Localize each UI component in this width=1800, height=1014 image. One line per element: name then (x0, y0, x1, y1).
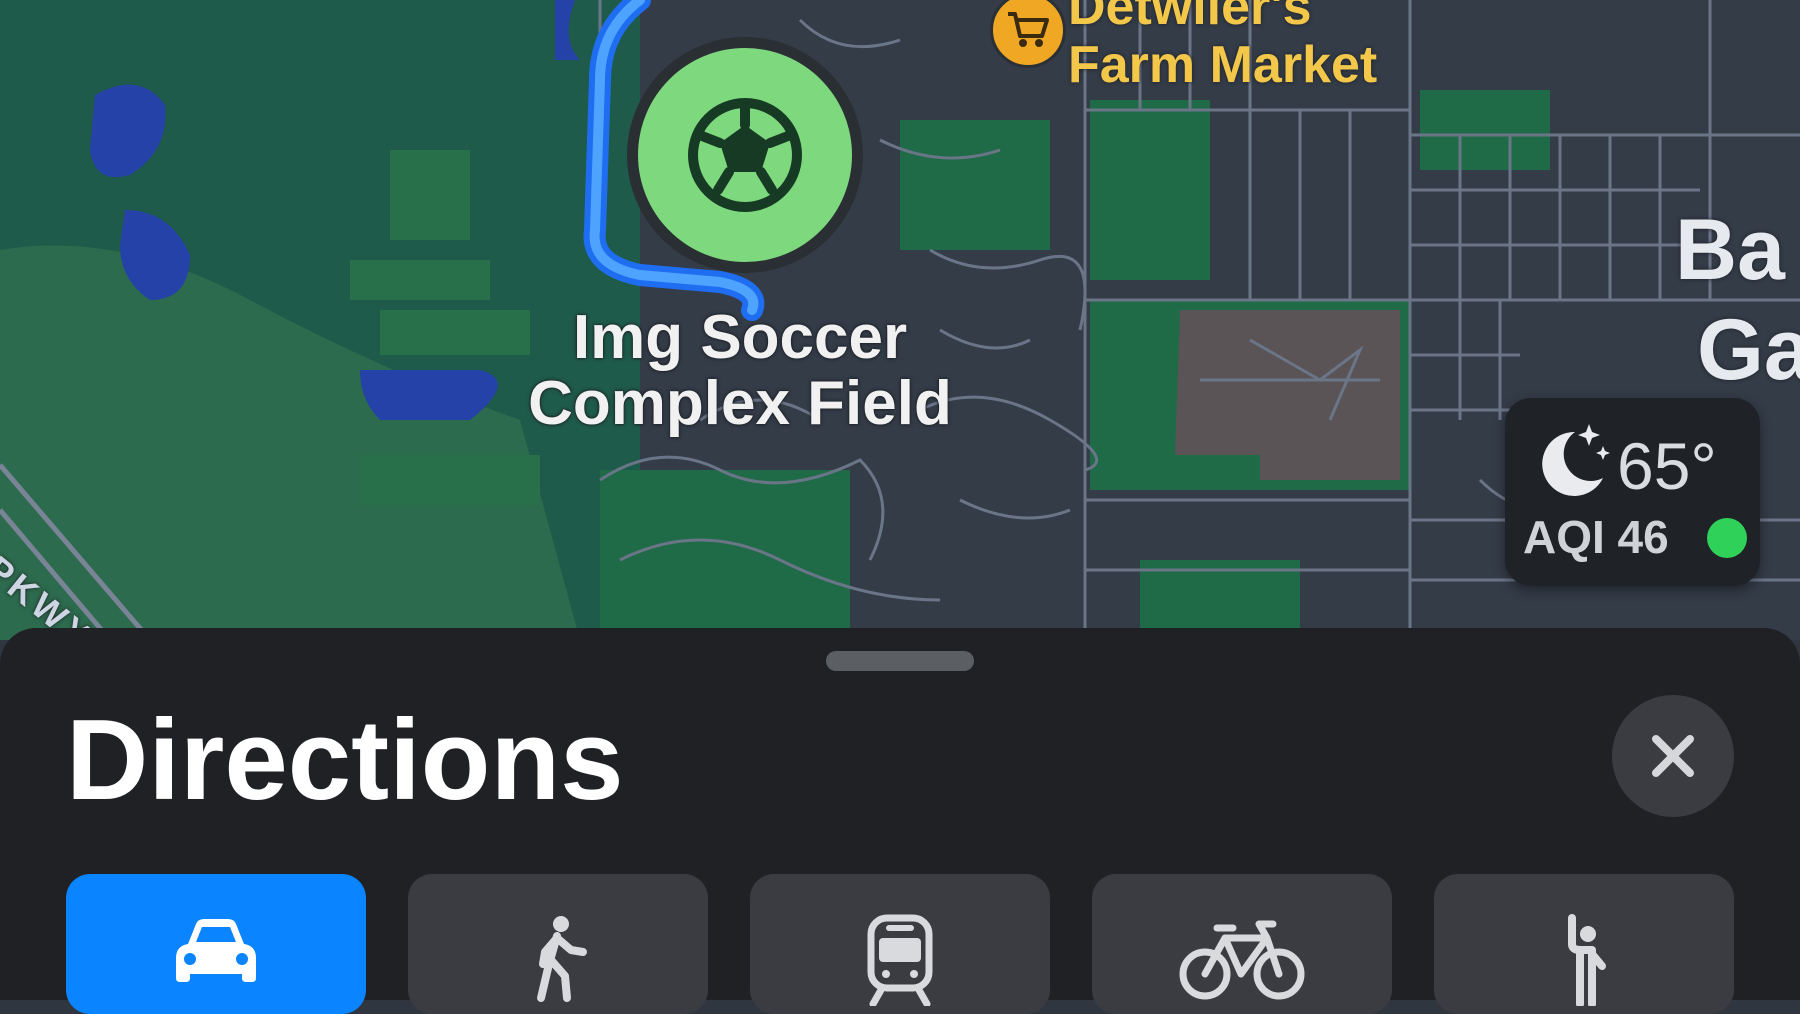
transport-mode-selector (0, 874, 1800, 1014)
soccer-field-label-line2: Complex Field (528, 369, 952, 438)
sheet-title: Directions (66, 697, 624, 824)
mode-drive-button[interactable] (66, 874, 366, 1014)
area-label-line2: Ga (1697, 302, 1800, 398)
directions-sheet: Directions (0, 628, 1800, 1014)
mode-transit-button[interactable] (750, 874, 1050, 1014)
shopping-cart-icon (1008, 12, 1049, 47)
aqi-status-dot (1707, 518, 1747, 558)
moon-stars-icon (1542, 424, 1610, 496)
car-icon (176, 919, 256, 982)
mode-walk-button[interactable] (408, 874, 708, 1014)
air-quality-index: AQI 46 (1523, 511, 1669, 563)
farm-market-label[interactable]: Detwiler's Farm Market (1068, 0, 1377, 94)
soccer-field-label[interactable]: Img Soccer Complex Field (480, 305, 1000, 437)
walking-person-icon (537, 916, 587, 1002)
mode-rideshare-button[interactable] (1434, 874, 1734, 1014)
map-view[interactable]: Img Soccer Complex Field Detwiler's Farm… (0, 0, 1800, 640)
train-icon (867, 914, 933, 1006)
mode-cycle-button[interactable] (1092, 874, 1392, 1014)
bicycle-icon (1179, 920, 1305, 1000)
close-button[interactable] (1612, 695, 1734, 817)
area-label-line1: Ba (1675, 202, 1785, 298)
soccer-ball-icon (688, 98, 802, 212)
farm-market-label-line1: Detwiler's (1068, 0, 1312, 36)
soccer-field-pin[interactable] (620, 30, 870, 280)
weather-temperature: 65° (1617, 429, 1717, 503)
sheet-grabber[interactable] (826, 651, 974, 671)
close-icon (1652, 735, 1694, 777)
soccer-field-label-line1: Img Soccer (572, 303, 908, 372)
farm-market-label-line2: Farm Market (1068, 36, 1378, 94)
weather-widget[interactable]: 65° AQI 46 (1505, 398, 1760, 586)
hailing-person-icon (1568, 914, 1606, 1006)
